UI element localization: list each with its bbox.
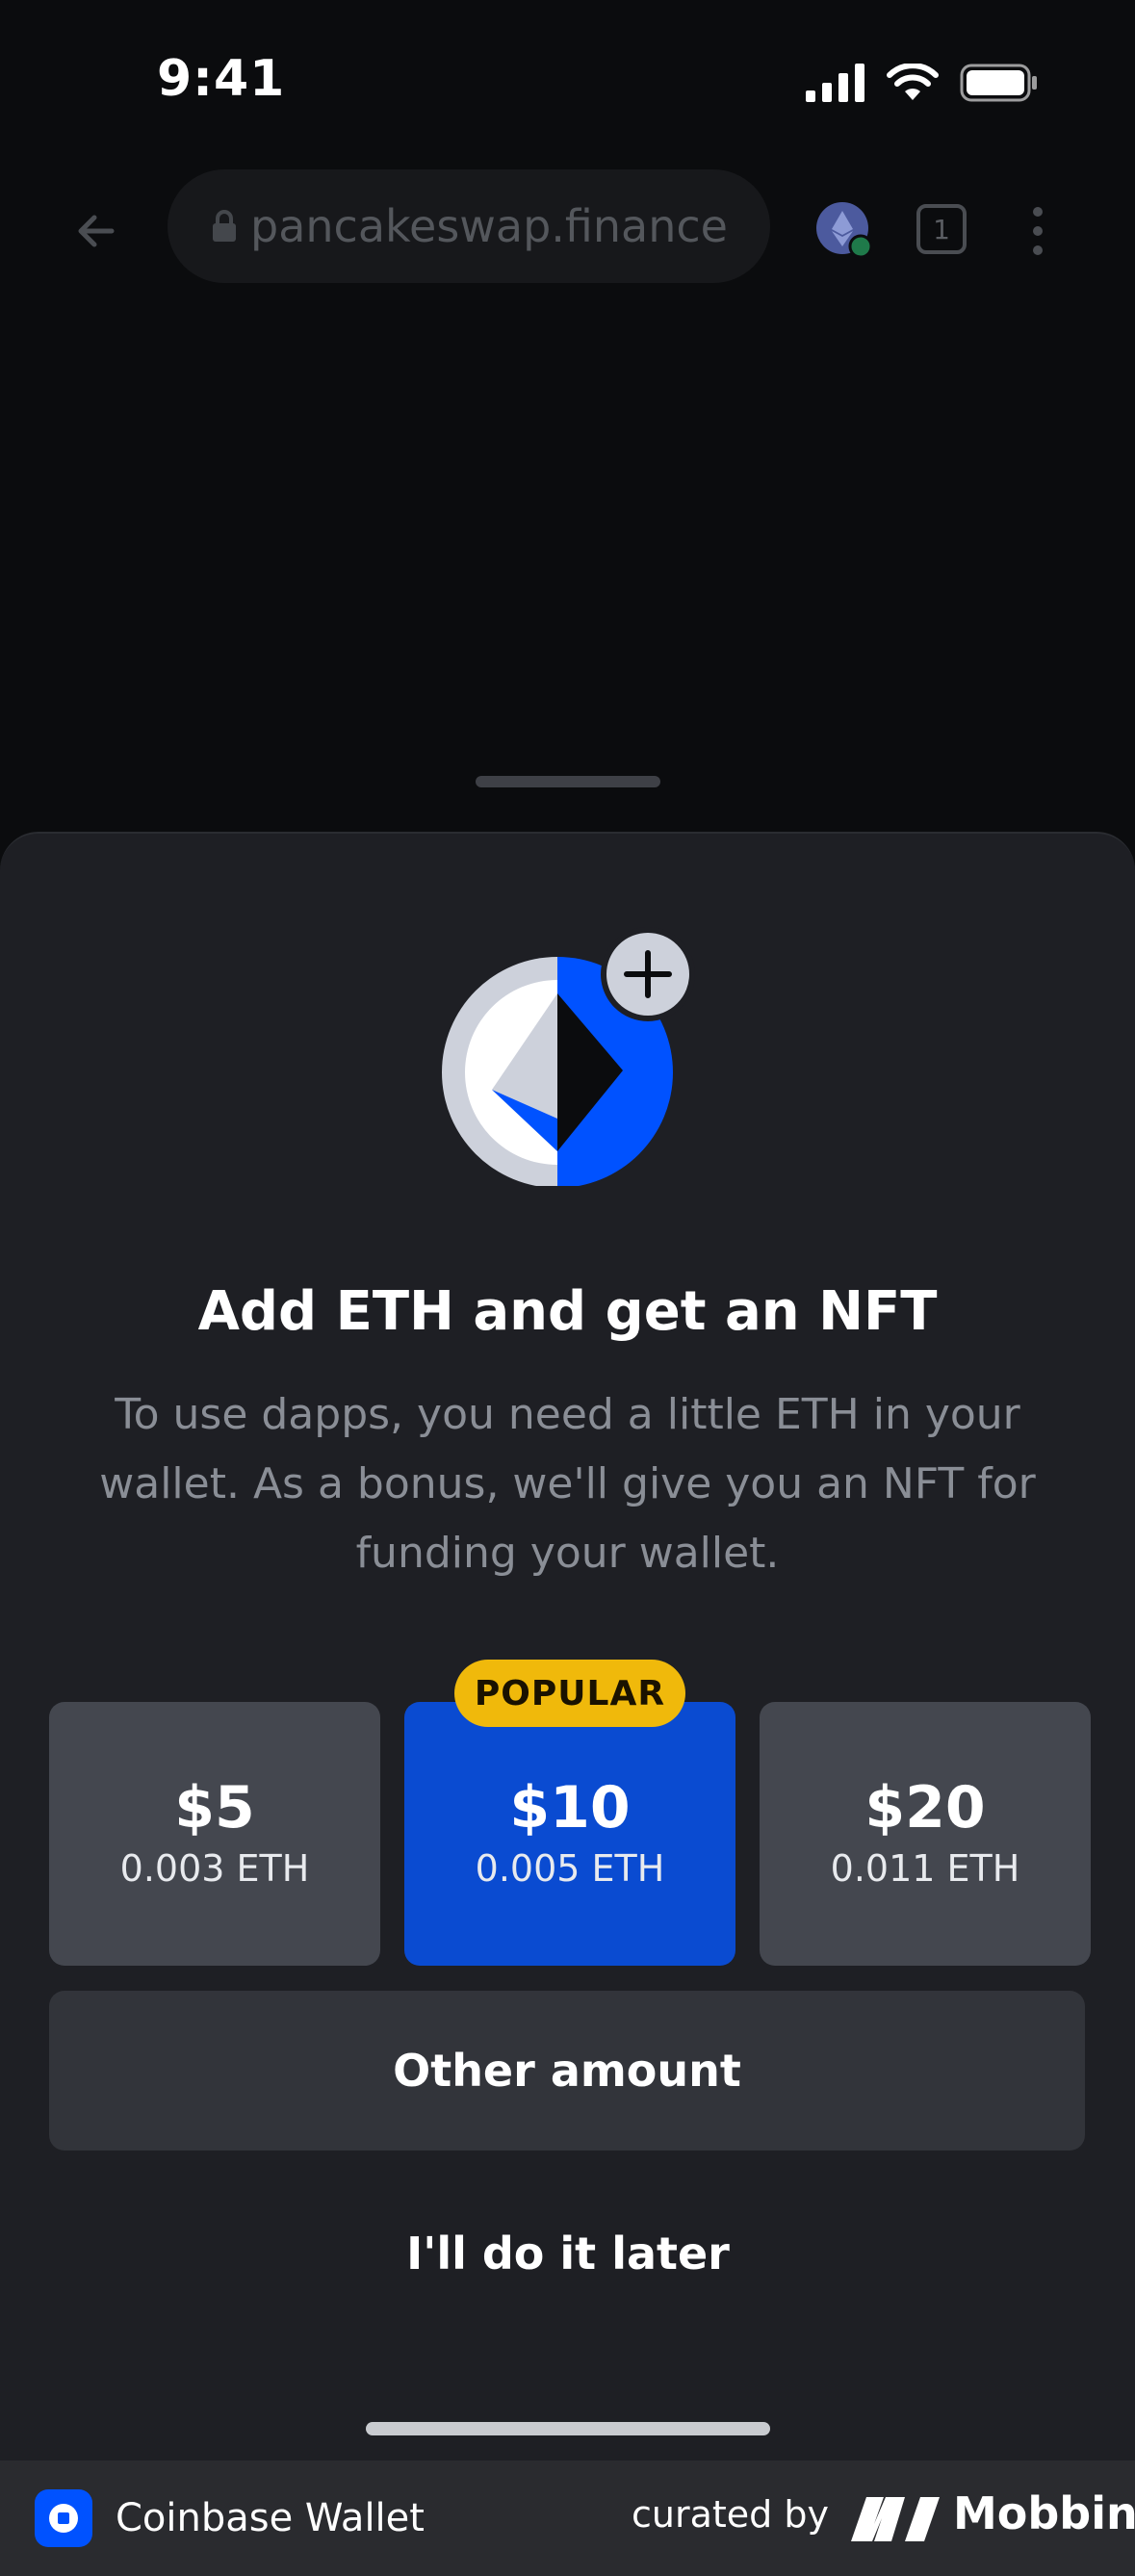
lock-icon xyxy=(213,210,236,242)
amount-eth: 0.011 ETH xyxy=(830,1847,1020,1890)
sheet-title: Add ETH and get an NFT xyxy=(197,1280,938,1343)
tab-count: 1 xyxy=(933,213,950,245)
coinbase-wallet-logo-icon xyxy=(35,2489,92,2547)
amount-value: $20 xyxy=(864,1774,986,1842)
add-eth-sheet: Add ETH and get an NFT To use dapps, you… xyxy=(0,832,1135,2462)
amount-value: $10 xyxy=(509,1774,631,1842)
more-menu-icon[interactable] xyxy=(1020,202,1055,260)
other-amount-button[interactable]: Other amount xyxy=(49,1991,1085,2151)
browser-toolbar: pancakeswap.finance 1 xyxy=(0,164,1135,298)
curated-by-label: curated by xyxy=(632,2493,829,2536)
amount-eth: 0.003 ETH xyxy=(119,1847,310,1890)
app-name: Coinbase Wallet xyxy=(116,2496,425,2540)
mobbin-brand: Mobbin xyxy=(953,2487,1135,2539)
eth-add-icon xyxy=(442,927,695,1186)
amount-value: $5 xyxy=(174,1774,255,1842)
sheet-drag-handle[interactable] xyxy=(476,776,660,787)
amount-eth: 0.005 ETH xyxy=(475,1847,665,1890)
status-icons xyxy=(806,64,1039,102)
address-bar[interactable]: pancakeswap.finance xyxy=(168,169,770,283)
battery-icon xyxy=(960,64,1037,102)
amount-option-5[interactable]: $5 0.003 ETH xyxy=(49,1702,380,1966)
amount-options: $5 0.003 ETH $10 0.005 ETH $20 0.011 ETH… xyxy=(49,1660,1091,1966)
network-avatar-icon[interactable] xyxy=(816,202,872,258)
popular-badge: POPULAR xyxy=(454,1660,685,1727)
do-it-later-button[interactable]: I'll do it later xyxy=(327,2210,809,2297)
tabs-button[interactable]: 1 xyxy=(915,202,968,256)
wifi-icon xyxy=(887,64,939,100)
status-bar: 9:41 xyxy=(0,0,1135,164)
home-indicator xyxy=(366,2422,770,2435)
amount-option-20[interactable]: $20 0.011 ETH xyxy=(760,1702,1091,1966)
sheet-subtitle: To use dapps, you need a little ETH in y… xyxy=(99,1390,1036,1578)
mobbin-logo-icon xyxy=(851,2497,940,2541)
url-text: pancakeswap.finance xyxy=(250,200,728,252)
back-arrow-icon[interactable] xyxy=(67,202,125,260)
status-time: 9:41 xyxy=(157,50,286,108)
signal-icon xyxy=(806,64,864,102)
footer-bar: Coinbase Wallet curated by Mobbin xyxy=(0,2460,1135,2576)
amount-option-10[interactable]: $10 0.005 ETH xyxy=(404,1702,735,1966)
